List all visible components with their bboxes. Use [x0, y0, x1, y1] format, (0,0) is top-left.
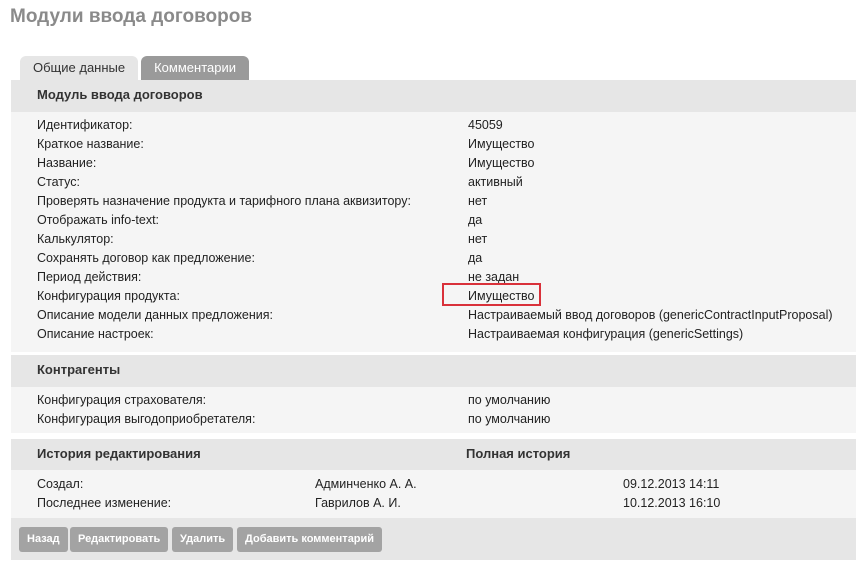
detail-label: Конфигурация выгодоприобретателя: — [37, 412, 256, 426]
detail-value: нет — [468, 232, 488, 246]
history-user: Гаврилов А. И. — [315, 496, 401, 510]
detail-value: да — [468, 251, 483, 265]
detail-label: Идентификатор: — [37, 118, 133, 132]
action-toolbar: Назад Редактировать Удалить Добавить ком… — [11, 518, 856, 560]
detail-row-insurer-config: Конфигурация страхователя: по умолчанию — [11, 391, 856, 410]
detail-value: по умолчанию — [468, 412, 551, 426]
history-date: 10.12.2013 16:10 — [623, 496, 721, 510]
detail-value: 45059 — [468, 118, 503, 132]
detail-row-calculator: Калькулятор: нет — [11, 230, 856, 249]
detail-label: Калькулятор: — [37, 232, 114, 246]
detail-row-name: Название: Имущество — [11, 154, 856, 173]
delete-button[interactable]: Удалить — [172, 527, 234, 552]
detail-value: Настраиваемая конфигурация (genericSetti… — [468, 327, 744, 341]
detail-row-settings: Описание настроек: Настраиваемая конфигур… — [11, 325, 856, 344]
detail-value: нет — [468, 194, 488, 208]
tab-general[interactable]: Общие данные — [20, 56, 139, 80]
edit-button[interactable]: Редактировать — [70, 527, 169, 552]
detail-label: Период действия: — [37, 270, 142, 284]
history-title: История редактирования — [37, 446, 201, 461]
detail-label: Сохранять договор как предложение: — [37, 251, 255, 265]
counterparties-panel: Контрагенты Конфигурация страхователя: по… — [11, 355, 856, 433]
detail-label: Проверять назначение продукта и тарифног… — [37, 194, 411, 208]
detail-label: Описание настроек: — [37, 327, 154, 341]
add-comment-button[interactable]: Добавить комментарий — [237, 527, 383, 552]
history-row-modified: Последнее изменение: Гаврилов А. И. 10.1… — [11, 494, 856, 513]
detail-row-info-text: Отображать info-text: да — [11, 211, 856, 230]
detail-label: Отображать info-text: — [37, 213, 160, 227]
detail-label: Название: — [37, 156, 97, 170]
history-row-created: Создал: Админченко А. А. 09.12.2013 14:1… — [11, 475, 856, 494]
detail-row-beneficiary-config: Конфигурация выгодоприобретателя: по умол… — [11, 410, 856, 429]
tab-bar: Общие данные Комментарии — [20, 56, 252, 80]
history-label: Последнее изменение: — [37, 496, 172, 510]
detail-row-id: Идентификатор: 45059 — [11, 116, 856, 135]
detail-value: по умолчанию — [468, 393, 551, 407]
detail-label: Краткое название: — [37, 137, 144, 151]
module-panel-header: Модуль ввода договоров — [11, 80, 856, 112]
tab-comments[interactable]: Комментарии — [141, 56, 249, 80]
history-label: Создал: — [37, 477, 84, 491]
detail-value: Имущество — [468, 137, 535, 151]
highlight-box — [442, 283, 541, 306]
detail-value: Настраиваемый ввод договоров (genericCon… — [468, 308, 833, 322]
counterparties-panel-header: Контрагенты — [11, 355, 856, 387]
detail-label: Описание модели данных предложения: — [37, 308, 273, 322]
page-title: Модули ввода договоров — [10, 6, 253, 27]
history-panel-header: История редактирования Полная история — [11, 439, 856, 470]
detail-row-check-product: Проверять назначение продукта и тарифног… — [11, 192, 856, 211]
history-panel: История редактирования Полная история Со… — [11, 439, 856, 518]
detail-value: активный — [468, 175, 523, 189]
detail-row-product-config: Конфигурация продукта: Имущество — [11, 287, 856, 306]
detail-value: да — [468, 213, 483, 227]
detail-value: Имущество — [468, 156, 535, 170]
detail-label: Конфигурация страхователя: — [37, 393, 207, 407]
full-history-link[interactable]: Полная история — [466, 439, 570, 469]
detail-row-short-name: Краткое название: Имущество — [11, 135, 856, 154]
detail-row-data-model: Описание модели данных предложения: Настр… — [11, 306, 856, 325]
back-button[interactable]: Назад — [19, 527, 68, 552]
detail-label: Статус: — [37, 175, 80, 189]
detail-row-status: Статус: активный — [11, 173, 856, 192]
module-panel: Модуль ввода договоров Идентификатор: 450… — [11, 80, 856, 352]
detail-row-period: Период действия: не задан — [11, 268, 856, 287]
detail-label: Конфигурация продукта: — [37, 289, 180, 303]
history-date: 09.12.2013 14:11 — [623, 477, 720, 491]
history-user: Админченко А. А. — [315, 477, 417, 491]
detail-row-save-as-proposal: Сохранять договор как предложение: да — [11, 249, 856, 268]
